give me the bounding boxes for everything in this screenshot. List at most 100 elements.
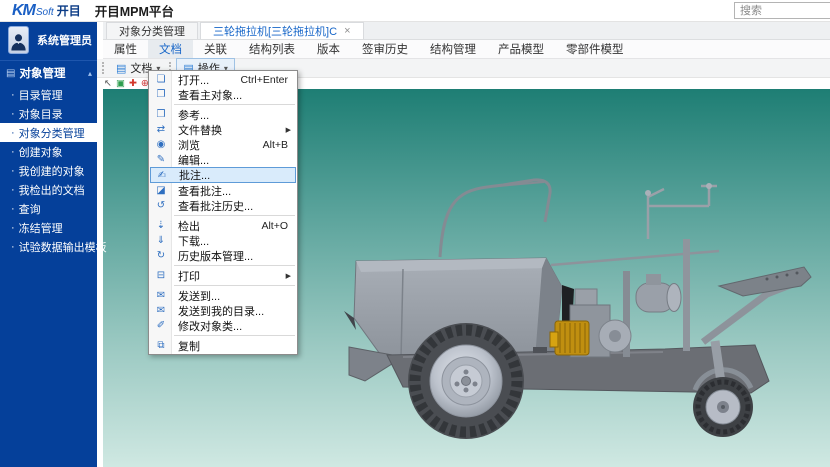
sidebar-item-create-object[interactable]: · 创建对象 — [0, 142, 97, 161]
close-icon[interactable]: × — [344, 25, 350, 37]
reference-icon: ❒ — [150, 109, 172, 120]
menu-item-browse[interactable]: ◉ 浏览 Alt+B — [150, 137, 296, 152]
subtab-label: 关联 — [204, 41, 227, 57]
menu-item-label: 浏览 — [172, 137, 263, 153]
menu-separator — [174, 265, 295, 266]
sidebar-section-object-mgmt[interactable]: ▤ 对象管理 ▴ — [0, 60, 97, 85]
menu-item-download[interactable]: ⇓ 下载... — [150, 233, 296, 248]
menu-item-label: 参考... — [172, 107, 296, 123]
tab-product-model[interactable]: 产品模型 — [487, 40, 555, 58]
menu-item-shortcut: Ctrl+Enter — [240, 74, 296, 86]
tab-part-model[interactable]: 零部件模型 — [555, 40, 635, 58]
submenu-arrow-icon: ▶ — [286, 126, 296, 134]
menu-item-label: 查看批注... — [172, 183, 296, 199]
sidebar-item-label: 创建对象 — [19, 144, 63, 160]
toolbar-grip — [102, 62, 105, 74]
cursor-icon[interactable]: ↖ — [104, 79, 112, 89]
document-icon: ▤ — [116, 62, 126, 75]
subtab-label: 结构列表 — [249, 41, 295, 57]
edit-icon: ✎ — [150, 154, 172, 165]
browse-icon: ◉ — [150, 139, 172, 150]
annotation-history-icon: ↺ — [150, 200, 172, 211]
annotate-icon: ✍ — [151, 170, 173, 181]
tab-structure-mgmt[interactable]: 结构管理 — [419, 40, 487, 58]
menu-item-send-to-my-directory[interactable]: ✉ 发送到我的目录... — [150, 303, 296, 318]
menu-item-open[interactable]: ❏ 打开... Ctrl+Enter — [150, 72, 296, 87]
menu-item-label: 历史版本管理... — [172, 248, 296, 264]
sidebar-item-object-classification[interactable]: · 对象分类管理 — [0, 123, 97, 142]
copy-icon: ⧉ — [150, 340, 172, 351]
tab-properties[interactable]: 属性 — [103, 40, 148, 58]
user-row: 系统管理员 — [0, 22, 97, 60]
tab-object-classification[interactable]: 对象分类管理 — [106, 22, 198, 39]
logo-soft: Soft — [36, 7, 54, 18]
menu-item-label: 文件替换 — [172, 122, 286, 138]
logo-km: KM — [12, 2, 35, 20]
menu-item-shortcut: Alt+B — [263, 139, 296, 151]
app-logo: KM Soft 开目 — [12, 2, 81, 20]
tab-document[interactable]: 文档 — [148, 40, 193, 58]
bullet-icon: · — [11, 127, 15, 139]
logo-cn: 开目 — [57, 2, 81, 19]
tab-version[interactable]: 版本 — [306, 40, 351, 58]
menu-item-modify-object-class[interactable]: ✐ 修改对象类... — [150, 318, 296, 333]
menu-item-annotate[interactable]: ✍ 批注... — [150, 167, 296, 183]
bullet-icon: · — [11, 241, 15, 253]
menu-separator — [174, 285, 295, 286]
menu-item-label: 发送到... — [172, 288, 296, 304]
menu-item-label: 下载... — [172, 233, 296, 249]
sidebar-item-label: 查询 — [19, 201, 41, 217]
collapse-arrow-icon: ▴ — [88, 69, 92, 78]
sidebar-item-my-checked-out-docs[interactable]: · 我检出的文档 — [0, 180, 97, 199]
menu-separator — [174, 215, 295, 216]
tab-label: 三轮拖拉机[三轮拖拉机]C — [213, 23, 337, 39]
user-avatar — [8, 26, 29, 54]
tab-label: 对象分类管理 — [119, 23, 185, 39]
checkout-icon: ⇣ — [150, 220, 172, 231]
subtab-label: 版本 — [317, 41, 340, 57]
detail-tabbar: 属性 文档 关联 结构列表 版本 签审历史 结构管理 产品模型 零部件模型 — [103, 40, 830, 59]
pan-icon[interactable]: ▣ — [116, 79, 125, 89]
subtab-label: 结构管理 — [430, 41, 476, 57]
menu-item-edit[interactable]: ✎ 编辑... — [150, 152, 296, 167]
sidebar: 系统管理员 ▤ 对象管理 ▴ · 目录管理 · 对象目录 · 对象分类管理 · … — [0, 22, 97, 467]
menu-item-view-main-object[interactable]: ❐ 查看主对象... — [150, 87, 296, 102]
tab-relations[interactable]: 关联 — [193, 40, 238, 58]
sidebar-item-my-created-objects[interactable]: · 我创建的对象 — [0, 161, 97, 180]
menu-item-view-annotations[interactable]: ◪ 查看批注... — [150, 183, 296, 198]
sidebar-item-label: 试验数据输出模板 — [19, 239, 107, 255]
menu-item-file-replace[interactable]: ⇄ 文件替换 ▶ — [150, 122, 296, 137]
subtab-label: 文档 — [159, 41, 182, 57]
menu-item-view-annotation-history[interactable]: ↺ 查看批注历史... — [150, 198, 296, 213]
menu-item-checkout[interactable]: ⇣ 检出 Alt+O — [150, 218, 296, 233]
send-to-icon: ✉ — [150, 290, 172, 301]
tab-structure-list[interactable]: 结构列表 — [238, 40, 306, 58]
grid-icon: ▤ — [6, 68, 15, 79]
move-icon[interactable]: ✚ — [129, 79, 137, 89]
sidebar-item-label: 目录管理 — [19, 87, 63, 103]
sidebar-item-query[interactable]: · 查询 — [0, 199, 97, 218]
menu-item-shortcut: Alt+O — [261, 220, 296, 232]
menu-item-copy[interactable]: ⧉ 复制 — [150, 338, 296, 353]
menu-item-label: 编辑... — [172, 152, 296, 168]
subtab-label: 零部件模型 — [566, 41, 624, 57]
sidebar-item-label: 对象目录 — [19, 106, 63, 122]
download-icon: ⇓ — [150, 235, 172, 246]
menu-item-print[interactable]: ⊟ 打印 ▶ — [150, 268, 296, 283]
tab-sign-history[interactable]: 签审历史 — [351, 40, 419, 58]
menu-item-send-to[interactable]: ✉ 发送到... — [150, 288, 296, 303]
menu-item-label: 打开... — [172, 72, 240, 88]
search-input[interactable] — [734, 2, 830, 19]
submenu-arrow-icon: ▶ — [286, 272, 296, 280]
sidebar-item-test-data-template[interactable]: · 试验数据输出模板 — [0, 237, 97, 256]
bullet-icon: · — [11, 89, 15, 101]
tab-three-wheel-tractor[interactable]: 三轮拖拉机[三轮拖拉机]C × — [200, 22, 364, 39]
menu-item-version-history[interactable]: ↻ 历史版本管理... — [150, 248, 296, 263]
menu-item-reference[interactable]: ❒ 参考... — [150, 107, 296, 122]
menu-item-label: 打印 — [172, 268, 286, 284]
sidebar-item-label: 我检出的文档 — [19, 182, 85, 198]
sidebar-item-directory-mgmt[interactable]: · 目录管理 — [0, 85, 97, 104]
action-dropdown-menu: ❏ 打开... Ctrl+Enter ❐ 查看主对象... ❒ 参考... ⇄ … — [148, 70, 298, 355]
sidebar-item-freeze-mgmt[interactable]: · 冻结管理 — [0, 218, 97, 237]
sidebar-item-object-directory[interactable]: · 对象目录 — [0, 104, 97, 123]
